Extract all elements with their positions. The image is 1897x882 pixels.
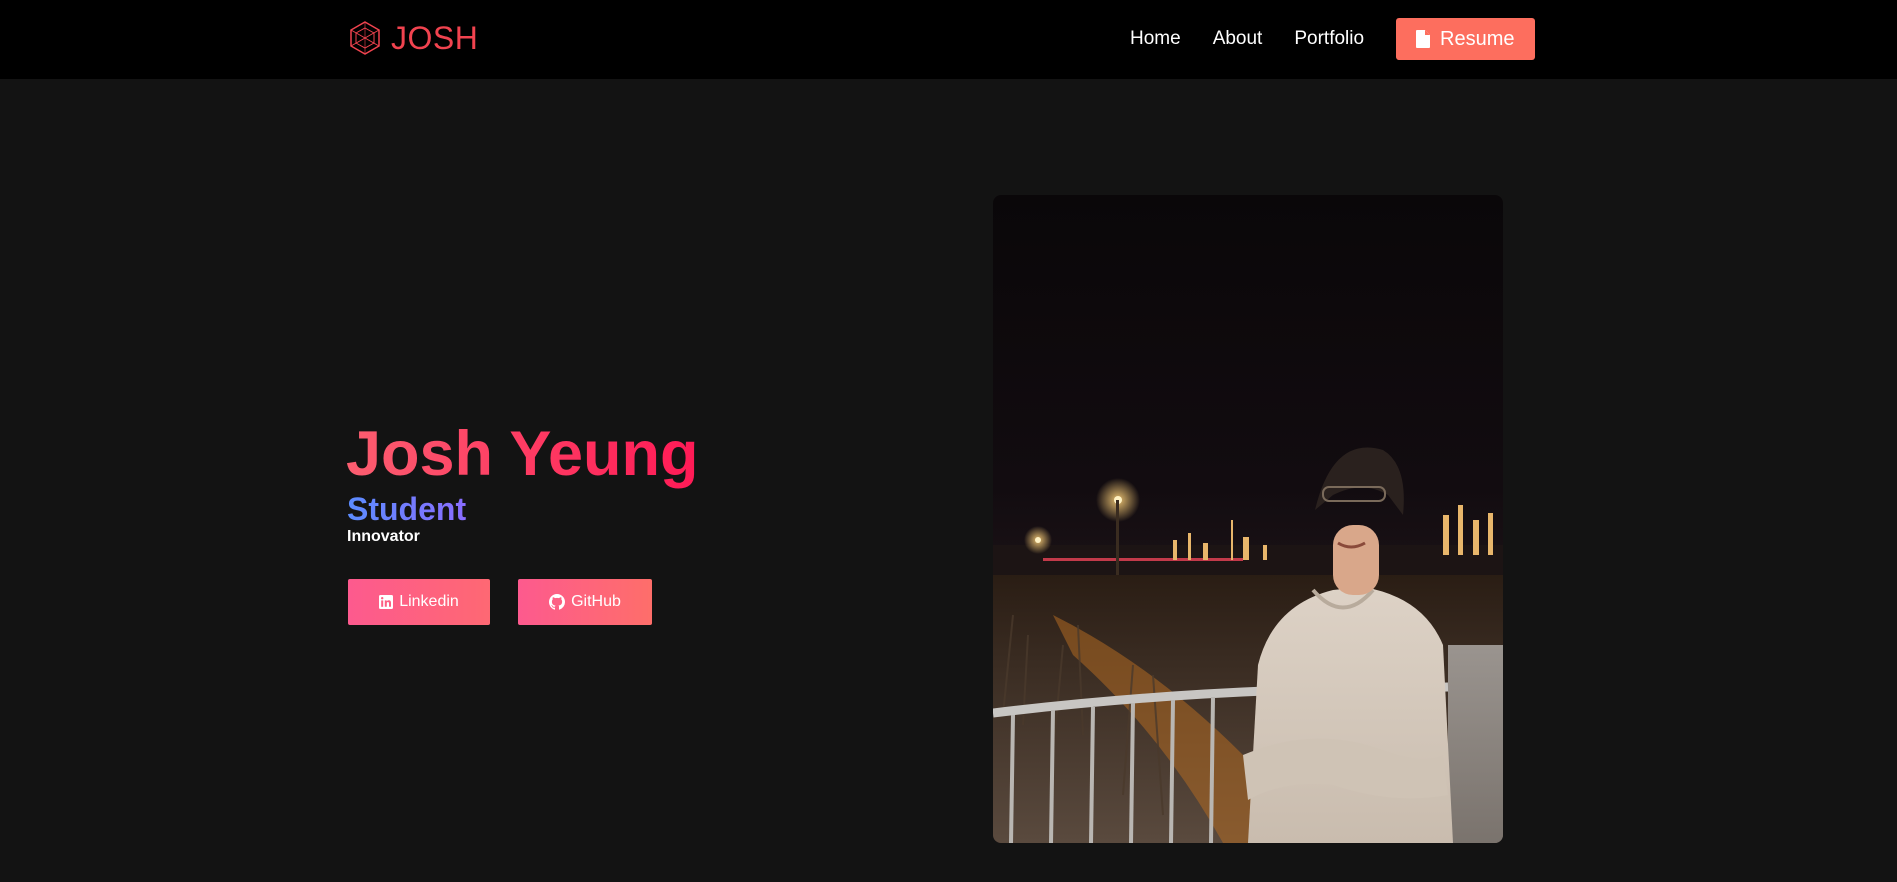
github-icon xyxy=(549,594,566,610)
resume-label: Resume xyxy=(1440,27,1515,50)
linkedin-button[interactable]: Linkedin xyxy=(348,579,490,625)
brand-name: JOSH xyxy=(391,20,479,56)
resume-button[interactable]: Resume xyxy=(1396,18,1535,60)
hero-name: Josh Yeung xyxy=(346,419,699,489)
nav-link-about[interactable]: About xyxy=(1213,18,1263,60)
github-label: GitHub xyxy=(571,593,621,610)
portrait-photo xyxy=(993,195,1503,843)
hero-role: Student xyxy=(347,491,467,527)
brand-link[interactable]: JOSH xyxy=(347,20,478,56)
nav-links: Home About Portfolio Resume xyxy=(1130,18,1535,60)
hero-subtitle: Innovator xyxy=(347,528,420,545)
github-button[interactable]: GitHub xyxy=(518,579,652,625)
hexagon-logo-icon xyxy=(350,21,380,55)
linkedin-icon xyxy=(379,595,394,609)
nav-link-portfolio[interactable]: Portfolio xyxy=(1294,18,1364,60)
nav-link-home[interactable]: Home xyxy=(1130,18,1181,60)
navbar: JOSH Home About Portfolio Resume xyxy=(0,0,1897,79)
document-icon xyxy=(1416,30,1431,48)
linkedin-label: Linkedin xyxy=(399,593,459,610)
